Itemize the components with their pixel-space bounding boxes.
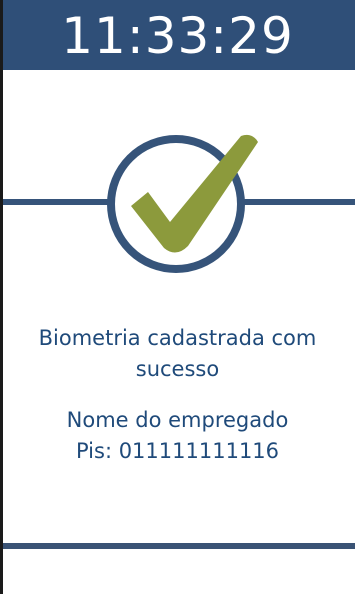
success-message-line2: sucesso	[135, 357, 220, 381]
employee-info: Nome do empregado Pis: 011111111116	[0, 405, 355, 467]
bottom-divider	[0, 543, 355, 549]
success-message: Biometria cadastrada com sucesso	[0, 323, 355, 385]
employee-pis: Pis: 011111111116	[75, 439, 280, 463]
clock-time: 11:33:29	[61, 7, 294, 65]
status-icon-area	[0, 124, 355, 284]
clock-header: 11:33:29	[0, 0, 355, 70]
success-message-line1: Biometria cadastrada com	[38, 326, 317, 350]
success-status-graphic	[0, 134, 355, 273]
employee-name: Nome do empregado	[66, 408, 289, 432]
biometric-terminal-screen: 11:33:29 Biometria cadastrada com sucess…	[0, 0, 355, 594]
screen-left-edge	[0, 0, 3, 594]
